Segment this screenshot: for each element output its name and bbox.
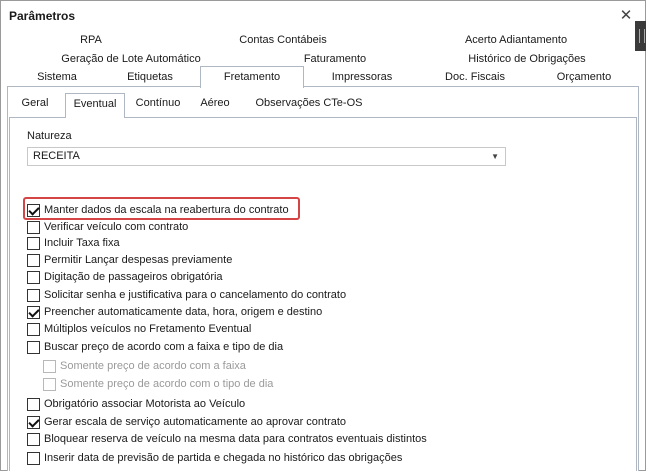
option-label: Preencher automaticamente data, hora, or… <box>44 306 323 318</box>
tab-faturamento[interactable]: Faturamento <box>293 51 377 69</box>
option-label: Buscar preço de acordo com a faixa e tip… <box>44 341 284 353</box>
subtab-eventual[interactable]: Eventual <box>65 93 125 118</box>
close-icon[interactable]: ✕ <box>618 7 634 25</box>
checkbox <box>43 359 56 373</box>
option-label: Incluir Taxa fixa <box>44 237 120 249</box>
option-label: Gerar escala de serviço automaticamente … <box>44 416 347 428</box>
window-title: Parâmetros <box>9 9 76 23</box>
option-label: Somente preço de acordo com o tipo de di… <box>60 378 274 390</box>
tab-row-2: Geração de Lote Automático Faturamento H… <box>1 51 635 69</box>
option-row[interactable]: Solicitar senha e justificativa para o c… <box>27 287 346 303</box>
option-row[interactable]: Inserir data de previsão de partida e ch… <box>27 450 402 466</box>
option-row[interactable]: Preencher automaticamente data, hora, or… <box>27 304 322 320</box>
checkbox[interactable] <box>27 236 40 250</box>
option-row[interactable]: Digitação de passageiros obrigatória <box>27 269 223 285</box>
tab-orcamento[interactable]: Orçamento <box>547 69 621 87</box>
checkbox[interactable] <box>27 322 40 336</box>
title-bar: Parâmetros ✕ <box>1 1 645 31</box>
checkbox[interactable] <box>27 253 40 267</box>
option-row[interactable]: Manter dados da escala na reabertura do … <box>27 202 289 218</box>
option-row[interactable]: Permitir Lançar despesas previamente <box>27 252 232 268</box>
natureza-value: RECEITA <box>33 150 80 162</box>
checkbox[interactable] <box>27 340 40 354</box>
tab-rpa[interactable]: RPA <box>71 32 111 50</box>
checkbox[interactable] <box>27 220 40 234</box>
side-scroll-handle[interactable] <box>635 21 646 51</box>
option-row[interactable]: Gerar escala de serviço automaticamente … <box>27 414 346 430</box>
option-row: Somente preço de acordo com a faixa <box>43 358 246 374</box>
checkbox-checked[interactable] <box>27 203 40 217</box>
option-row[interactable]: Buscar preço de acordo com a faixa e tip… <box>27 339 283 355</box>
natureza-label: Natureza <box>27 130 72 142</box>
option-row: Somente preço de acordo com o tipo de di… <box>43 376 273 392</box>
option-row[interactable]: Bloquear reserva de veículo na mesma dat… <box>27 431 427 447</box>
tab-historico-obrigacoes[interactable]: Histórico de Obrigações <box>456 51 598 69</box>
subtab-aereo[interactable]: Aéreo <box>194 93 236 115</box>
option-label: Permitir Lançar despesas previamente <box>44 254 233 266</box>
tab-contas-contabeis[interactable]: Contas Contábeis <box>231 32 335 50</box>
chevron-down-icon: ▼ <box>491 152 499 161</box>
subtab-geral[interactable]: Geral <box>14 93 56 115</box>
option-row[interactable]: Obrigatório associar Motorista ao Veícul… <box>27 396 245 412</box>
tab-sistema[interactable]: Sistema <box>29 69 85 87</box>
checkbox[interactable] <box>27 288 40 302</box>
checkbox[interactable] <box>27 270 40 284</box>
checkbox <box>43 377 56 391</box>
option-label: Obrigatório associar Motorista ao Veícul… <box>44 398 246 410</box>
option-row[interactable]: Múltiplos veículos no Fretamento Eventua… <box>27 321 251 337</box>
subtab-observacoes-cte-os[interactable]: Observações CTe-OS <box>246 93 372 115</box>
tab-geracao-lote[interactable]: Geração de Lote Automático <box>56 51 206 69</box>
checkbox[interactable] <box>27 451 40 465</box>
option-label: Inserir data de previsão de partida e ch… <box>44 452 403 464</box>
option-label: Manter dados da escala na reabertura do … <box>44 204 289 216</box>
checkbox-checked[interactable] <box>27 415 40 429</box>
tab-row-1: RPA Contas Contábeis Acerto Adiantamento <box>1 32 635 50</box>
tab-row-3: Sistema Etiquetas Fretamento Impressoras… <box>1 66 635 88</box>
option-label: Somente preço de acordo com a faixa <box>60 360 246 372</box>
tab-impressoras[interactable]: Impressoras <box>319 69 405 87</box>
subtab-bar: Geral Eventual Contínuo Aéreo Observaçõe… <box>8 93 628 118</box>
tab-acerto-adiantamento[interactable]: Acerto Adiantamento <box>456 32 576 50</box>
tab-fretamento[interactable]: Fretamento <box>200 66 304 88</box>
option-label: Solicitar senha e justificativa para o c… <box>44 289 347 301</box>
checkbox[interactable] <box>27 432 40 446</box>
option-label: Verificar veículo com contrato <box>44 221 189 233</box>
tab-etiquetas[interactable]: Etiquetas <box>118 69 182 87</box>
checkbox[interactable] <box>27 397 40 411</box>
option-label: Digitação de passageiros obrigatória <box>44 271 223 283</box>
subtab-continuo[interactable]: Contínuo <box>130 93 186 115</box>
parametros-dialog: Parâmetros ✕ RPA Contas Contábeis Acerto… <box>0 0 646 471</box>
option-label: Múltiplos veículos no Fretamento Eventua… <box>44 323 252 335</box>
natureza-select[interactable]: RECEITA ▼ <box>27 147 506 166</box>
option-row[interactable]: Verificar veículo com contrato <box>27 219 188 235</box>
option-row[interactable]: Incluir Taxa fixa <box>27 235 120 251</box>
option-label: Bloquear reserva de veículo na mesma dat… <box>44 433 427 445</box>
checkbox-checked[interactable] <box>27 305 40 319</box>
tab-doc-fiscais[interactable]: Doc. Fiscais <box>437 69 513 87</box>
